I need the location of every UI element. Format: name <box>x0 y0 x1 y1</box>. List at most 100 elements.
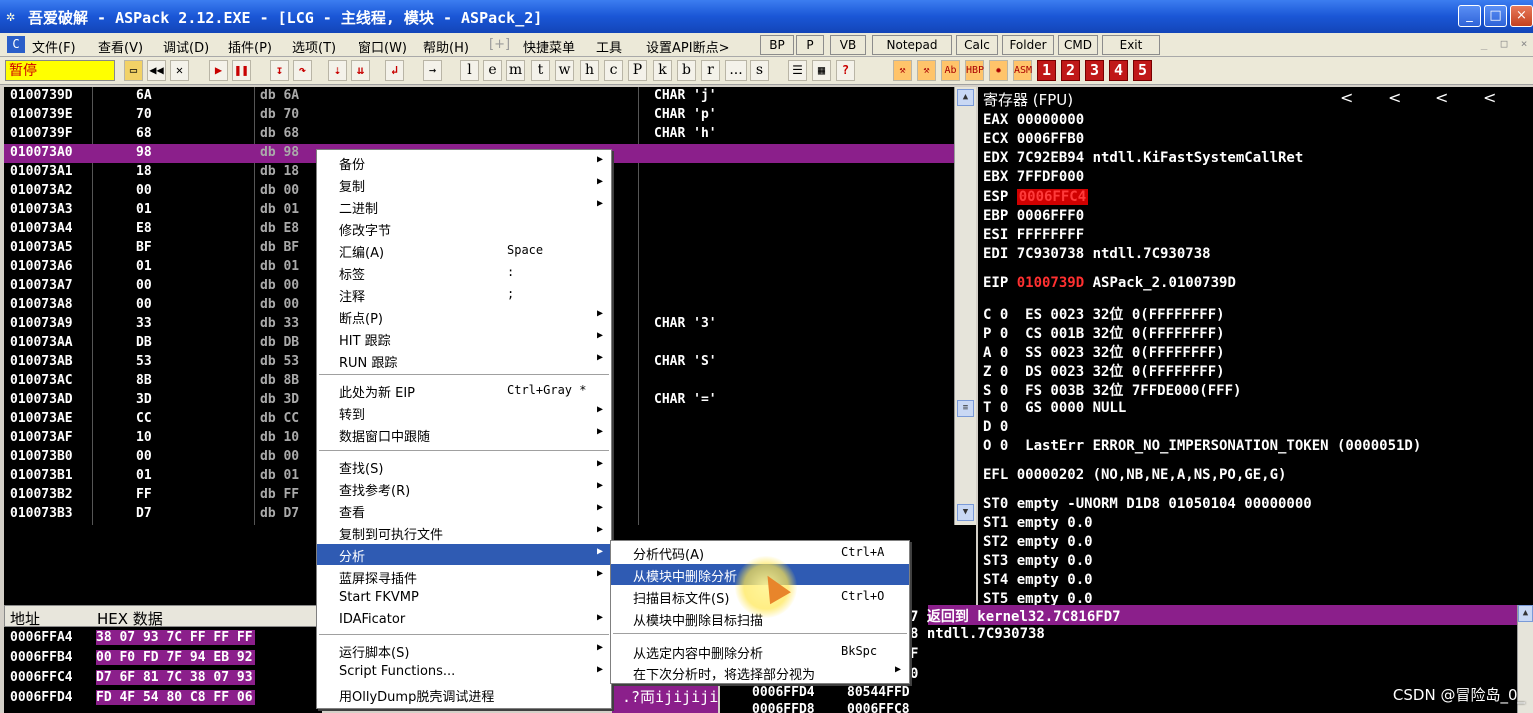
context-item-13[interactable]: 查找(S) ▶ <box>317 456 611 477</box>
context-item-18[interactable]: 蓝屏探寻插件 ▶ <box>317 566 611 587</box>
context-item-21[interactable]: 运行脚本(S) ▶ <box>317 640 611 661</box>
context-item-16[interactable]: 复制到可执行文件 ▶ <box>317 522 611 543</box>
p-button[interactable]: P <box>796 35 824 55</box>
disasm-row[interactable]: 0100739F 68 db 68 CHAR 'h' <box>4 125 954 144</box>
plugin-gear-icon[interactable]: ✹ <box>989 60 1008 81</box>
trace-into-icon[interactable]: ⇣ <box>328 60 347 81</box>
register-prev-icon[interactable]: < <box>1435 88 1448 107</box>
run-trace-button[interactable]: ... <box>725 60 747 81</box>
context-item-17[interactable]: 分析 ▶ <box>317 544 611 565</box>
flag-a[interactable]: A 0 SS 0023 32位 0(FFFFFFFF) <box>983 342 1225 362</box>
scroll-up-icon[interactable]: ▲ <box>957 89 974 106</box>
close-icon[interactable]: ✕ <box>170 60 189 81</box>
context-item-5[interactable]: 标签: <box>317 262 611 283</box>
dump-row[interactable]: 0006FFB4 00 F0 FD 7F 94 EB 92 <box>4 649 322 669</box>
register-ecx[interactable]: ECX 0006FFB0 <box>983 131 1084 147</box>
flag-o[interactable]: O 0 LastErr ERROR_NO_IMPERSONATION_TOKEN… <box>983 438 1421 454</box>
bug-icon[interactable]: ✲ <box>6 8 22 24</box>
register-prev-icon[interactable]: < <box>1388 88 1401 107</box>
scroll-thumb[interactable]: ≡ <box>957 400 974 417</box>
context-item-6[interactable]: 注释; <box>317 284 611 305</box>
context-item-19[interactable]: Start FKVMP <box>317 588 611 609</box>
folder-button[interactable]: Folder <box>1002 35 1054 55</box>
windows-button[interactable]: w <box>555 60 574 81</box>
plugin-hammer-icon[interactable]: ⚒ <box>893 60 912 81</box>
dump-row[interactable]: 0006FFA4 38 07 93 7C FF FF FF <box>4 629 322 649</box>
context-item-11[interactable]: 转到 ▶ <box>317 402 611 423</box>
list-icon[interactable]: ☰ <box>788 60 807 81</box>
register-prev-icon[interactable]: < <box>1340 88 1353 107</box>
trace-over-icon[interactable]: ⇊ <box>351 60 370 81</box>
menu-expand[interactable]: [+] <box>489 37 510 52</box>
register-edi[interactable]: EDI 7C930738 ntdll.7C930738 <box>983 246 1211 262</box>
close-button[interactable]: × <box>1510 5 1533 27</box>
context-item-23[interactable]: 用OllyDump脱壳调试进程 <box>317 684 611 705</box>
context-item-8[interactable]: HIT 跟踪 ▶ <box>317 328 611 349</box>
register-ebx[interactable]: EBX 7FFDF000 <box>983 169 1084 185</box>
flag-t[interactable]: T 0 GS 0000 NULL <box>983 400 1126 416</box>
context-item-22[interactable]: Script Functions... ▶ <box>317 662 611 683</box>
dump-row[interactable]: 0006FFD4 FD 4F 54 80 C8 FF 06 <box>4 689 322 709</box>
dump-pane[interactable]: 0006FFA4 38 07 93 7C FF FF FF 0006FFB4 00 F… <box>4 627 322 713</box>
executables-button[interactable]: e <box>483 60 502 81</box>
menu-api-breakpoints[interactable]: 设置API断点> <box>646 37 729 56</box>
plugin-tools-icon[interactable]: ⚒ <box>917 60 936 81</box>
step-into-icon[interactable]: ↧ <box>270 60 289 81</box>
vb-button[interactable]: VB <box>830 35 866 55</box>
minimize-button[interactable]: _ <box>1458 5 1481 27</box>
fpu-st5[interactable]: ST5 empty 0.0 <box>983 591 1093 605</box>
context-item-15[interactable]: 查看 ▶ <box>317 500 611 521</box>
context-item-4[interactable]: 汇编(A) Space <box>317 240 611 261</box>
cmd-button[interactable]: CMD <box>1058 35 1098 55</box>
registers-scroll-icon[interactable] <box>1517 87 1533 107</box>
fpu-st0[interactable]: ST0 empty -UNORM D1D8 01050104 00000000 <box>983 496 1312 512</box>
menu-shortcuts[interactable]: 快捷菜单 <box>523 37 575 56</box>
dump-row[interactable]: 0006FFC4 D7 6F 81 7C 38 07 93 <box>4 669 322 689</box>
dump-col-hex[interactable]: HEX 数据 <box>97 608 163 629</box>
rewind-icon[interactable]: ◀◀ <box>147 60 166 81</box>
context-item-0[interactable]: 备份 ▶ <box>317 152 611 173</box>
menu-help[interactable]: 帮助(H) <box>423 37 469 56</box>
context-item-20[interactable]: IDAFicator ▶ <box>317 610 611 631</box>
calc-button[interactable]: Calc <box>956 35 998 55</box>
stack-line-return[interactable]: 7 返回到 kernel32.7C816FD7 <box>910 606 1121 626</box>
plugin-4-button[interactable]: 4 <box>1109 60 1128 81</box>
registers-title[interactable]: 寄存器 (FPU) <box>983 89 1073 110</box>
register-prev-icon[interactable]: < <box>1483 88 1496 107</box>
disasm-row[interactable]: 0100739D 6A db 6A CHAR 'j' <box>4 87 954 106</box>
plugin-3-button[interactable]: 3 <box>1085 60 1104 81</box>
stack-row-address[interactable]: 0006FFD8 <box>752 702 815 713</box>
analysis-item-5[interactable]: 在下次分析时，将选择部分视为 ▶ <box>611 662 909 683</box>
maximize-button[interactable]: □ <box>1484 5 1507 27</box>
patches-button[interactable]: P <box>628 60 647 81</box>
log-window-button[interactable]: l <box>460 60 479 81</box>
execute-till-return-icon[interactable]: ↲ <box>385 60 404 81</box>
stack-row-value[interactable]: 0006FFC8 <box>847 702 910 713</box>
disasm-row[interactable]: 0100739E 70 db 70 CHAR 'p' <box>4 106 954 125</box>
menu-view[interactable]: 查看(V) <box>98 37 143 56</box>
flag-p[interactable]: P 0 CS 001B 32位 0(FFFFFFFF) <box>983 323 1225 343</box>
plugin-2-button[interactable]: 2 <box>1061 60 1080 81</box>
scroll-down-icon[interactable]: ▼ <box>957 504 974 521</box>
mdi-close-icon[interactable]: × <box>1516 36 1532 52</box>
scroll-up-icon[interactable]: ▲ <box>1518 605 1533 622</box>
stack-row-value[interactable]: 80544FFD <box>847 685 910 700</box>
register-eax[interactable]: EAX 00000000 <box>983 112 1084 128</box>
exit-button[interactable]: Exit <box>1102 35 1160 55</box>
stack-row-address[interactable]: 0006FFD4 <box>752 685 815 700</box>
plugin-1-button[interactable]: 1 <box>1037 60 1056 81</box>
step-over-icon[interactable]: ↷ <box>293 60 312 81</box>
register-esp[interactable]: ESP 0006FFC4 <box>983 189 1089 205</box>
disassembly-scrollbar[interactable]: ▲ ≡ ▼ <box>954 87 976 525</box>
goto-icon[interactable]: → <box>423 60 442 81</box>
menu-plugins[interactable]: 插件(P) <box>228 37 272 56</box>
plugin-asm-icon[interactable]: ASM <box>1013 60 1032 81</box>
plugin-5-button[interactable]: 5 <box>1133 60 1152 81</box>
flag-c[interactable]: C 0 ES 0023 32位 0(FFFFFFFF) <box>983 304 1225 324</box>
help-icon[interactable]: ? <box>836 60 855 81</box>
fpu-st3[interactable]: ST3 empty 0.0 <box>983 553 1093 569</box>
menu-options[interactable]: 选项(T) <box>292 37 336 56</box>
context-item-9[interactable]: RUN 跟踪 ▶ <box>317 350 611 371</box>
register-eip[interactable]: EIP 0100739D ASPack_2.0100739D <box>983 275 1236 291</box>
analysis-item-4[interactable]: 从选定内容中删除分析 BkSpc <box>611 641 909 662</box>
